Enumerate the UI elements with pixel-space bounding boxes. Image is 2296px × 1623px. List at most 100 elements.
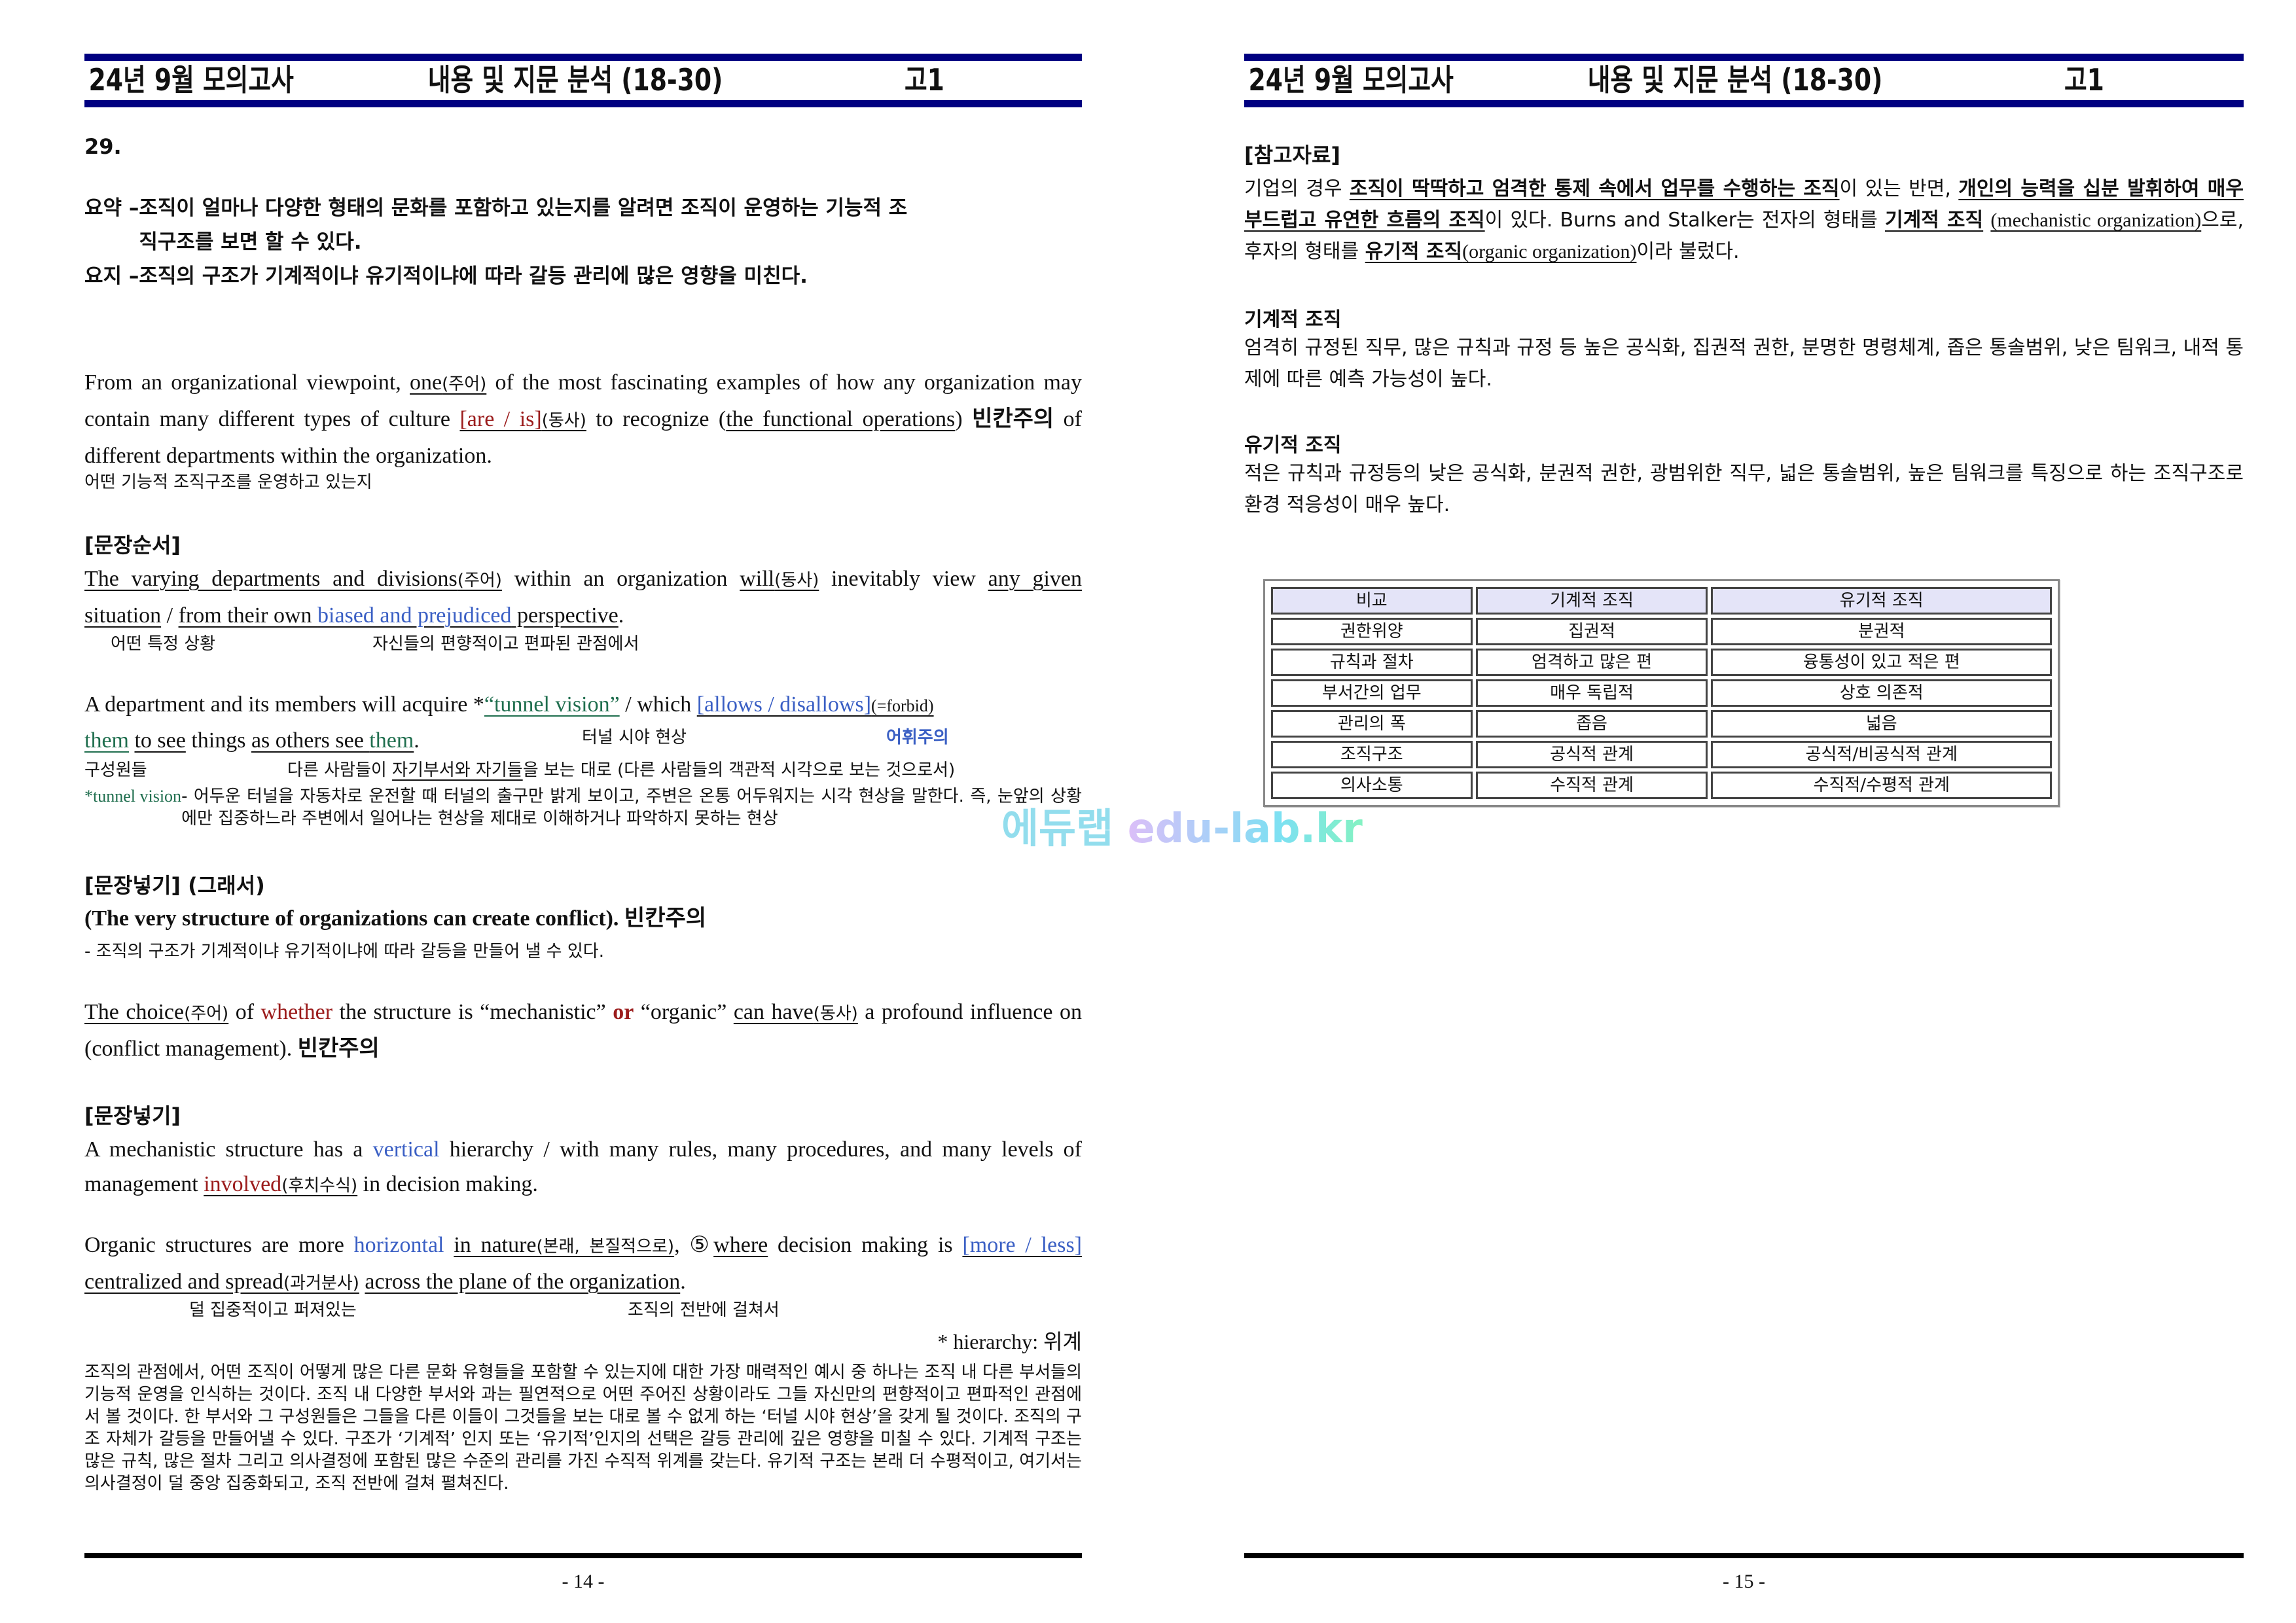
question-number: 29. [84,134,122,159]
gloss-insert-1: - 조직의 구조가 기계적이냐 유기적이냐에 따라 갈등을 만들어 낼 수 있다… [84,942,604,961]
table-cell: 엄격하고 많은 편 [1475,649,1708,676]
insert-sentence-1: (The very structure of organizations can… [84,901,1082,936]
text: . [618,603,624,628]
emphasis-rigid-org: 조직이 딱딱하고 엄격한 통제 속에서 업무를 수행하는 조직 [1349,177,1840,200]
involved-red: involved [204,1172,282,1196]
definition-label: *tunnel vision [84,787,182,806]
header-bar-bottom [84,100,1082,107]
text: decision making is [768,1233,963,1257]
spread-tag: (과거분사) [283,1274,359,1293]
table-cell: 권한위양 [1271,618,1473,645]
choice-verb: can have(동사) [734,1000,858,1024]
table-row: 조직구조 공식적 관계 공식적/비공식적 관계 [1271,741,2052,768]
organic-english: (organic organization) [1462,241,1637,262]
blank-note: 빈칸주의 [297,1035,380,1061]
table-header-cell: 유기적 조직 [1711,587,2052,615]
text: , ⑤ [674,1233,714,1257]
subject: one [410,370,442,395]
passage-paragraph-1: From an organizational viewpoint, one(주어… [84,365,1082,473]
text: Organic structures are more [84,1233,354,1257]
text: A mechanistic structure has a [84,1137,373,1162]
table-cell: 관리의 폭 [1271,710,1473,738]
page-number: - 15 - [1723,1571,1765,1592]
table-row: 의사소통 수직적 관계 수직적/수평적 관계 [1271,772,2052,799]
text: centralized and spread [84,1270,283,1294]
tunnel-vision-definition: *tunnel vision - 어두운 터널을 자동차로 운전할 때 터널의 … [84,785,1082,830]
table-cell: 분권적 [1711,618,2052,645]
insert-sentence: (The very structure of organizations can… [84,906,619,931]
gloss-centralized: 덜 집중적이고 퍼져있는 [189,1300,357,1320]
table-cell: 집권적 [1475,618,1708,645]
header-exam: 24년 9월 모의고사 [1248,62,1454,98]
text: perspective [511,603,619,628]
table-cell: 상호 의존적 [1711,679,2052,707]
whether-red: whether [260,1000,333,1024]
summary-text: 조직이 얼마나 다양한 형태의 문화를 포함하고 있는지를 알려면 조직이 운영… [139,191,907,259]
watermark-korean: 에듀랩 [1001,804,1114,852]
table-cell: 부서간의 업무 [1271,679,1473,707]
subject-tag: (주어) [442,374,487,394]
gist-text: 조직의 구조가 기계적이냐 유기적이냐에 따라 갈등 관리에 많은 영향을 미친… [139,264,808,288]
gloss-given-situation: 어떤 특정 상황 [111,634,216,654]
table-row: 부서간의 업무 매우 독립적 상호 의존적 [1271,679,2052,707]
object-phrase: the functional operations [726,407,956,431]
order-subject: The varying departments and divisions(주어… [84,567,502,591]
gloss-perspective: 자신들의 편향적이고 편파된 관점에서 [372,634,639,654]
gloss-tunnel-vision: 터널 시야 현상 [582,728,687,747]
korean-translation: 조직의 관점에서, 어떤 조직이 어떻게 많은 다른 문화 유형들을 포함할 수… [84,1363,1082,1493]
header-title: 내용 및 지문 분석 (18-30) [1587,62,1883,98]
summary-text-line1: 조직이 얼마나 다양한 형태의 문화를 포함하고 있는지를 알려면 조직이 운영… [139,196,908,220]
table-row: 권한위양 집권적 분권적 [1271,618,2052,645]
or-red: or [613,1000,634,1024]
passage-paragraph-organic: Organic structures are more horizontal i… [84,1228,1082,1301]
comparison-table: 비교 기계적 조직 유기적 조직 권한위양 집권적 분권적 규칙과 절차 엄격하고 많… [1263,579,2060,807]
vocab-hierarchy: * hierarchy: 위계 [937,1330,1082,1353]
table-cell: 넓음 [1711,710,2052,738]
gloss-across: 조직의 전반에 걸쳐서 [628,1300,780,1320]
table-row: 규칙과 절차 엄격하고 많은 편 융통성이 있고 적은 편 [1271,649,2052,676]
choice-blue: [allows / disallows] [696,692,872,717]
subject-underline: one(주어) [410,370,486,395]
text: / which [619,692,697,717]
verb-tag: (동사) [541,411,586,431]
table-cell: 공식적 관계 [1475,741,1708,768]
text: the structure is “mechanistic” [332,1000,613,1024]
text: 을 보는 대로 (다른 사람들의 객관적 시각으로 보는 것으로서) [522,760,956,780]
text: from their own [178,603,318,628]
order-verb: will(동사) [740,567,819,591]
mechanistic-english: (mechanistic organization) [1990,209,2202,231]
phrase-2: from their own biased and prejudiced per… [179,603,619,628]
footer-rule [84,1553,1082,1558]
blank-note: 빈칸주의 [624,905,707,931]
table-cell: 융통성이 있고 적은 편 [1711,649,2052,676]
table-cell: 좁음 [1475,710,1708,738]
subject: The choice [84,1000,185,1024]
emphasis-mechanistic: 기계적 조직 [1884,209,1984,232]
table-cell: 규칙과 절차 [1271,649,1473,676]
header-bar-bottom [1244,100,2244,107]
slash: / [161,603,179,628]
mechanistic-description: 엄격히 규정된 직무, 많은 규칙과 규정 등 높은 공식화, 집권적 권한, … [1244,336,2244,391]
table-header-cell: 기계적 조직 [1475,587,1708,615]
organic-description: 적은 규칙과 규정등의 낮은 공식화, 분권적 권한, 광범위한 직무, 넓은 … [1244,462,2244,516]
text: 이 있는 반면, [1839,177,1959,200]
table-cell: 공식적/비공식적 관계 [1711,741,2052,768]
table-cell: 매우 독립적 [1475,679,1708,707]
text: “organic” [634,1000,734,1024]
summary-label: 요약 – [84,196,139,220]
subject: The varying departments and divisions [84,567,457,591]
page-header: 24년 9월 모의고사 내용 및 지문 분석 (18-30) 고1 [84,60,944,99]
table-header-cell: 비교 [1271,587,1473,615]
text: 다른 사람들이 [287,760,393,780]
text: 이라 불렀다. [1636,240,1740,263]
to-see: to see [134,728,186,753]
in-nature-tag: (본래, 본질적으로) [536,1237,675,1257]
header-exam: 24년 9월 모의고사 [88,62,294,98]
tunnel-vision-term: “tunnel vision” [484,692,620,717]
summary-row: 요약 – 조직이 얼마나 다양한 형태의 문화를 포함하고 있는지를 알려면 조… [84,191,1082,259]
text: 기업의 경우 [1244,177,1350,200]
passage-paragraph-choice: The choice(주어) of whether the structure … [84,995,1082,1066]
table-header-row: 비교 기계적 조직 유기적 조직 [1271,587,2052,615]
vocab-note: 어휘주의 [886,728,949,747]
text: in decision making. [357,1172,538,1196]
